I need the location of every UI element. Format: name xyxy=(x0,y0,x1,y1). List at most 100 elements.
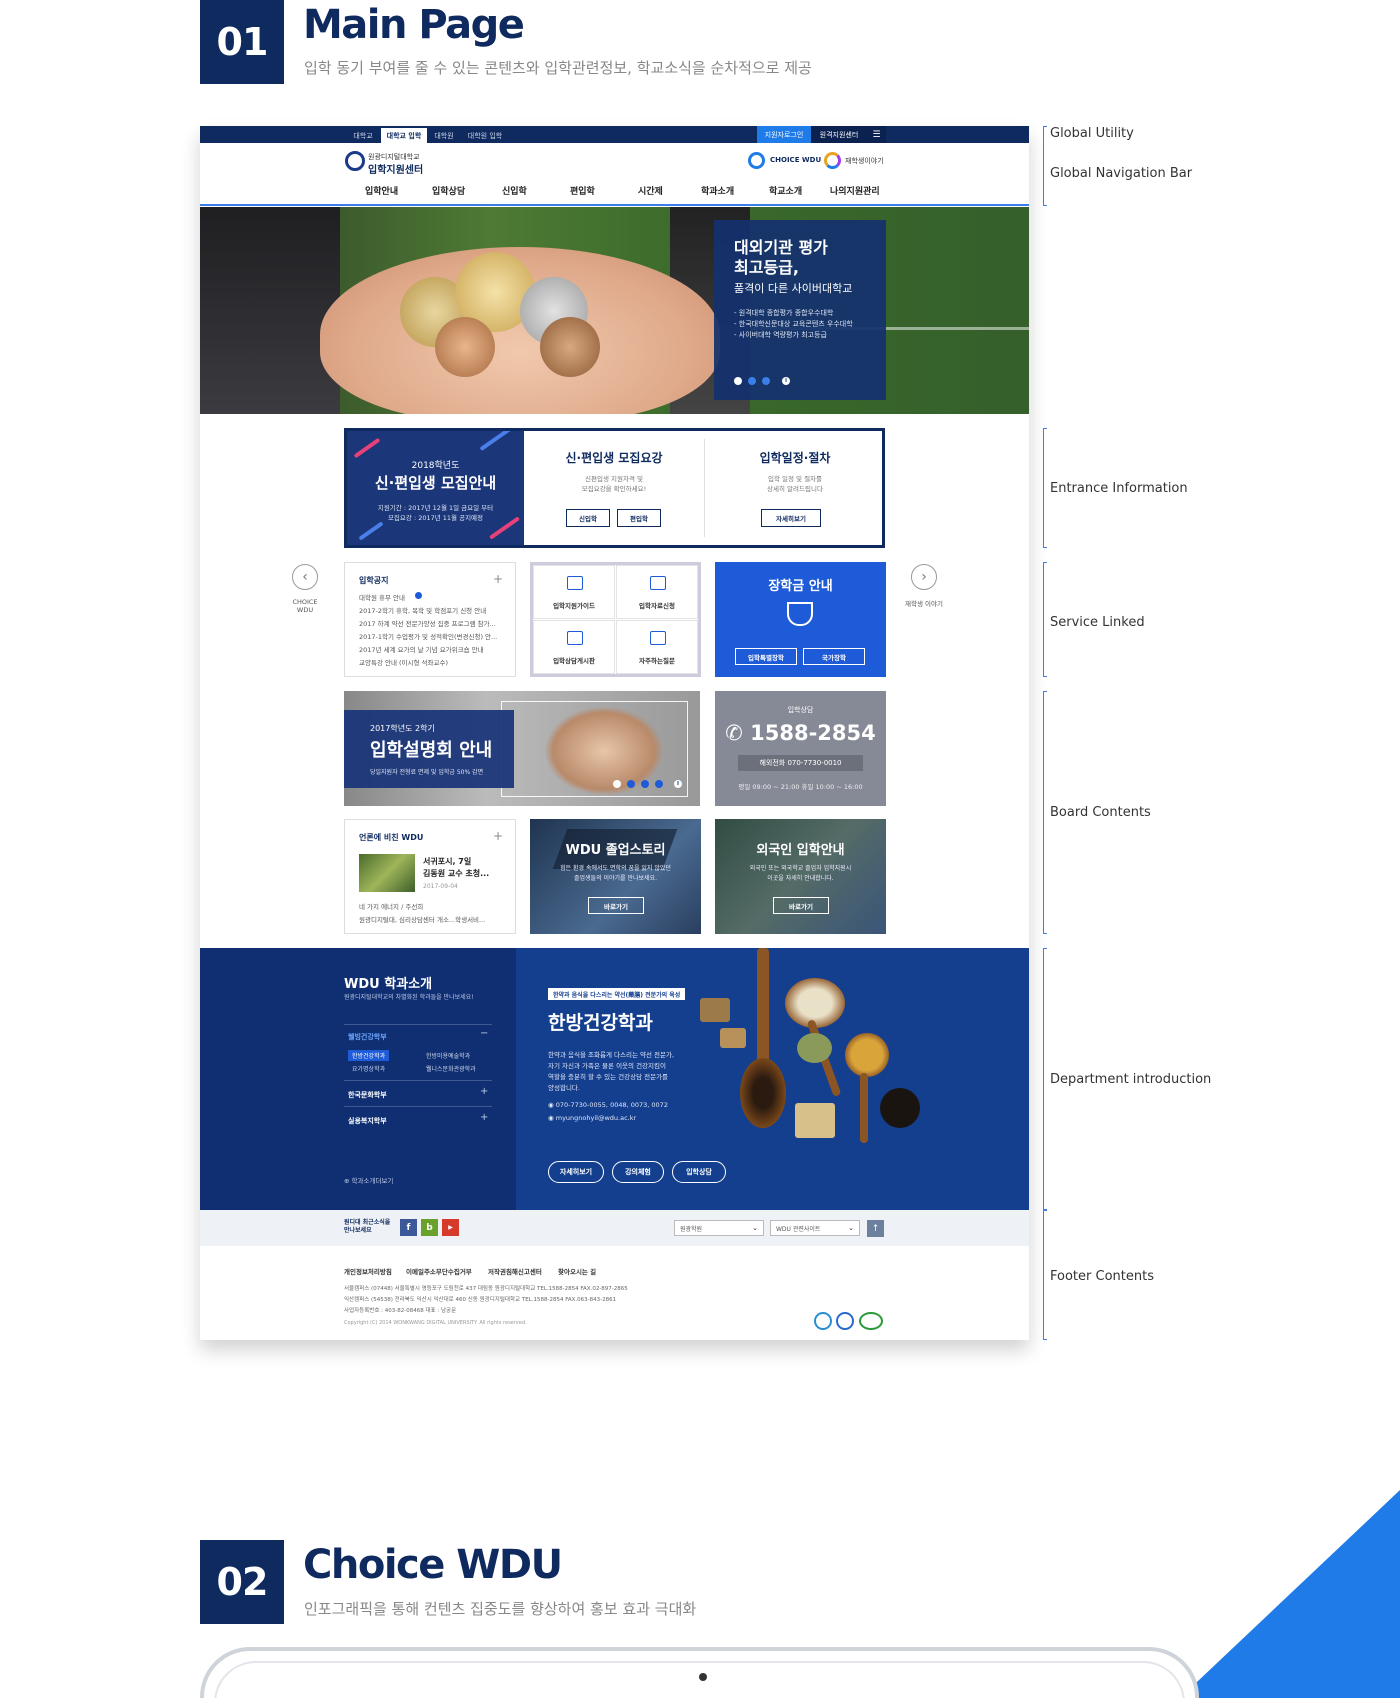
foreign-admission-card[interactable]: 외국인 입학안내 외국인 또는 외국학교 졸업자 입학지원시 이곳을 자세히 안… xyxy=(715,819,886,934)
briefing-banner[interactable]: 2017학년도 2학기 입학설명회 안내 당일지원자 전형료 면제 및 입학금 … xyxy=(344,691,700,806)
notice-item[interactable]: 대학원 휴무 안내 xyxy=(359,592,405,602)
plus-icon[interactable]: + xyxy=(480,1086,488,1097)
notice-item[interactable]: 교양특강 안내 (이시형 석좌교수) xyxy=(359,657,448,667)
utility-tab-admission[interactable]: 대학교 입학 xyxy=(381,128,427,143)
utility-tab-university[interactable]: 대학교 xyxy=(345,128,381,143)
admission-consult-button[interactable]: 입학상담 xyxy=(672,1161,726,1183)
chevron-right-icon[interactable]: › xyxy=(911,564,937,590)
chevron-left-icon[interactable]: ‹ xyxy=(292,564,318,590)
service-faq[interactable]: 자주하는질문 xyxy=(616,620,698,674)
slide-dot[interactable] xyxy=(762,377,770,385)
chevron-down-icon: ⌄ xyxy=(848,1224,854,1232)
gnb-item-my-application[interactable]: 나의지원관리 xyxy=(830,184,880,197)
logo-center-name[interactable]: 입학지원센터 xyxy=(368,161,423,176)
plus-icon[interactable]: + xyxy=(480,1112,488,1123)
portfolio-page: 01 Main Page 입학 동기 부여를 줄 수 있는 콘텐츠와 입학관련정… xyxy=(0,0,1400,1698)
footer-link-directions[interactable]: 찾아오시는 길 xyxy=(558,1266,596,1276)
footer-link-privacy[interactable]: 개인정보처리방침 xyxy=(344,1266,392,1276)
freshman-button[interactable]: 신입학 xyxy=(566,509,610,527)
footer-link-email-refusal[interactable]: 이메일주소무단수집거부 xyxy=(406,1266,472,1276)
annotation-board: Board Contents xyxy=(1050,805,1151,820)
category-practical-welfare[interactable]: 실용복지학부 xyxy=(348,1116,387,1126)
dept-oriental-health[interactable]: 한방건강학과 xyxy=(348,1050,390,1061)
plus-icon[interactable]: + xyxy=(493,572,503,586)
gnb-item-consult[interactable]: 입학상담 xyxy=(432,184,465,197)
arrow-up-icon[interactable]: ↑ xyxy=(867,1220,884,1237)
service-material-request[interactable]: 입학자료신청 xyxy=(616,565,698,619)
annotation-bracket xyxy=(1043,126,1047,206)
department-detail-button[interactable]: 자세히보기 xyxy=(548,1161,604,1183)
transfer-button[interactable]: 편입학 xyxy=(617,509,661,527)
press-item[interactable]: 원광디지털대, 심리상담센터 개소...학생서비... xyxy=(359,914,485,924)
notice-item[interactable]: 2017 하계 약선 전문가양성 집중 프로그램 참가... xyxy=(359,618,496,628)
story-go-button[interactable]: 바로가기 xyxy=(588,897,644,914)
service-consult-board[interactable]: 입학상담게시판 xyxy=(533,620,615,674)
foreign-go-button[interactable]: 바로가기 xyxy=(773,897,829,914)
dept-oriental-beauty[interactable]: 한방미용예술학과 xyxy=(426,1051,470,1060)
department-desc: 역할을 충분히 할 수 있는 건강상담 전문가를 xyxy=(548,1073,669,1081)
camera-icon xyxy=(699,1673,707,1681)
notice-item[interactable]: 2017년 세계 요가의 날 기념 요가위크숍 안내 xyxy=(359,644,484,654)
department-email[interactable]: ◉ myungnohyil@wdu.ac.kr xyxy=(548,1114,636,1122)
related-sites-select[interactable]: WDU 관련사이트 ⌄ xyxy=(770,1220,860,1236)
dept-yoga[interactable]: 요가명상학과 xyxy=(352,1064,385,1073)
minus-icon[interactable]: − xyxy=(480,1028,488,1039)
service-admission-guide[interactable]: 입학지원가이드 xyxy=(533,565,615,619)
dept-wellness-tourism[interactable]: 웰니스문화관광학과 xyxy=(426,1064,476,1073)
pause-icon[interactable]: II xyxy=(782,377,790,385)
notice-item[interactable]: 2017-2학기 휴학, 복학 및 학점포기 신청 안내 xyxy=(359,605,486,615)
hamburger-icon[interactable]: ☰ xyxy=(867,126,886,143)
press-board: 언론에 비친 WDU + 서귀포시, 7일 김동원 교수 초청... 2017-… xyxy=(344,819,516,934)
choice-wdu-link[interactable]: CHOICE WDU xyxy=(770,156,821,164)
department-title: WDU 학과소개 xyxy=(344,977,433,992)
category-korean-culture[interactable]: 한국문화학부 xyxy=(348,1090,387,1100)
press-headline[interactable]: 서귀포시, 7일 xyxy=(423,856,471,867)
remote-center-button[interactable]: 원격지원센터 xyxy=(811,126,867,143)
national-scholarship-button[interactable]: 국가장학 xyxy=(803,648,865,665)
wonkwang-family-select[interactable]: 원광학원 ⌄ xyxy=(674,1220,764,1236)
gnb-item-freshman[interactable]: 신입학 xyxy=(502,184,527,197)
slide-dot[interactable] xyxy=(641,780,649,788)
student-story-link[interactable]: 재학생이야기 xyxy=(845,156,884,166)
press-item[interactable]: 네 가지 에너지 / 주선희 xyxy=(359,901,423,911)
slide-dot[interactable] xyxy=(627,780,635,788)
notice-item[interactable]: 2017-1학기 수업평가 및 성적확인(변경신청) 안... xyxy=(359,631,497,641)
utility-tab-graduate-admission[interactable]: 대학원 입학 xyxy=(461,128,509,143)
slide-dot[interactable] xyxy=(748,377,756,385)
graduation-story-card[interactable]: WDU 졸업스토리 힘든 환경 속에서도 면학의 꿈을 잃지 않았던 졸업생들의… xyxy=(530,819,701,934)
news-thumbnail[interactable] xyxy=(359,854,415,892)
gnb-item-about[interactable]: 학교소개 xyxy=(769,184,802,197)
choice-check-icon[interactable] xyxy=(748,152,765,169)
slide-dot[interactable] xyxy=(655,780,663,788)
story-desc: 힘든 환경 속에서도 면학의 꿈을 잃지 않았던 xyxy=(560,865,671,872)
schedule-detail-button[interactable]: 자세히보기 xyxy=(761,509,821,527)
lecture-trial-button[interactable]: 강의체험 xyxy=(612,1161,664,1183)
service-label: 입학상담게시판 xyxy=(553,657,595,665)
decor-stroke xyxy=(353,437,381,459)
slide-dot-active[interactable] xyxy=(613,780,621,788)
university-seal-icon[interactable] xyxy=(345,151,365,171)
story-ring-icon[interactable] xyxy=(824,152,841,169)
foreign-desc: 외국인 또는 외국학교 졸업자 입학지원시 xyxy=(749,865,852,872)
category-wellbeing[interactable]: 웰빙건강학부 xyxy=(348,1032,387,1042)
utility-tab-graduate[interactable]: 대학원 xyxy=(427,128,461,143)
slide-dot-active[interactable] xyxy=(734,377,742,385)
gnb-item-transfer[interactable]: 편입학 xyxy=(570,184,595,197)
footer-link-copyright[interactable]: 저작권침해신고센터 xyxy=(488,1266,542,1276)
plus-icon[interactable]: + xyxy=(493,829,503,843)
gnb-item-part-time[interactable]: 시간제 xyxy=(638,184,663,197)
recruit-banner[interactable]: 2018학년도 신·편입생 모집안내 지원기간 : 2017년 12월 1일 금… xyxy=(347,431,524,545)
press-headline[interactable]: 김동원 교수 초청... xyxy=(423,868,489,879)
logo-row: 원광디지털대학교 입학지원센터 CHOICE WDU 재학생이야기 xyxy=(200,143,1029,176)
consult-phone[interactable]: ✆ 1588-2854 xyxy=(715,721,886,745)
department-more-link[interactable]: ⊕ 학과소개더보기 xyxy=(344,1175,393,1185)
applicant-login-button[interactable]: 지원자로그인 xyxy=(757,126,811,143)
facebook-icon[interactable]: f xyxy=(400,1219,417,1236)
youtube-icon[interactable]: ▶ xyxy=(442,1219,459,1236)
admission-scholarship-button[interactable]: 입학특별장학 xyxy=(735,648,797,665)
gnb-item-departments[interactable]: 학과소개 xyxy=(701,184,734,197)
annotation-bracket xyxy=(1043,691,1047,934)
blog-icon[interactable]: b xyxy=(421,1219,438,1236)
pause-icon[interactable]: II xyxy=(674,780,682,788)
gnb-item-admission-guide[interactable]: 입학안내 xyxy=(365,184,398,197)
